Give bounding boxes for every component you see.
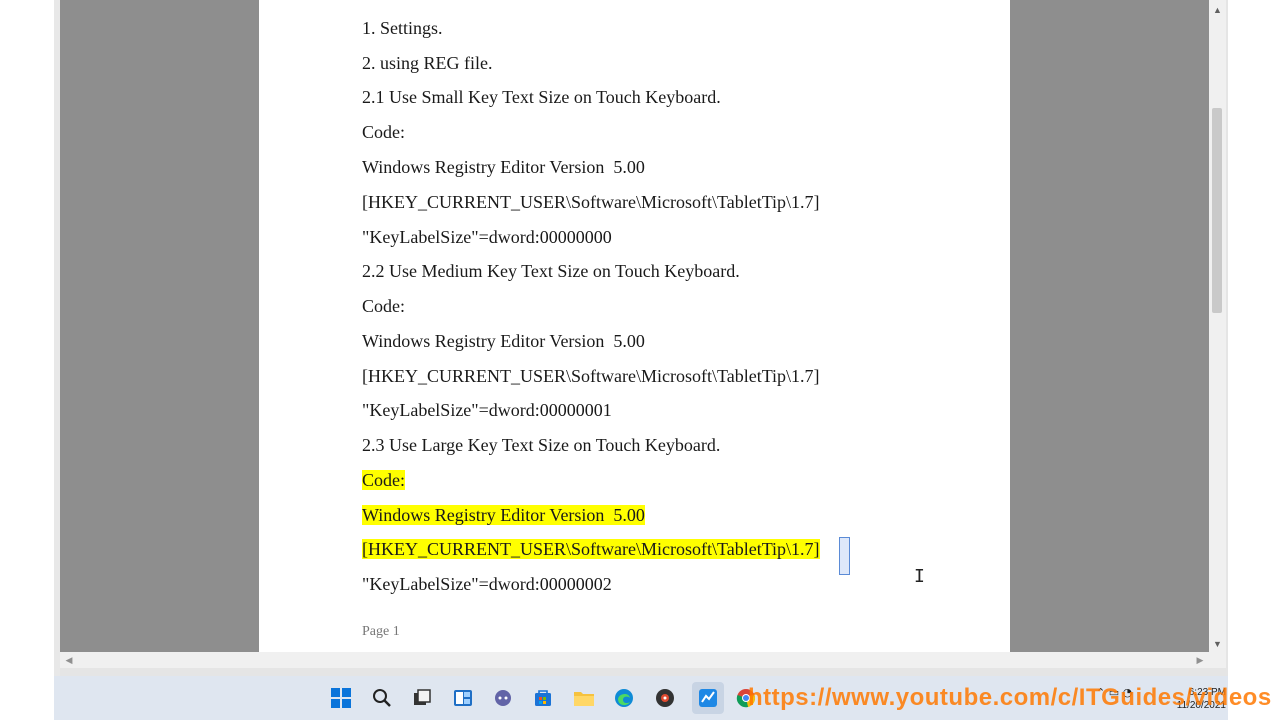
active-app-icon[interactable] bbox=[696, 686, 720, 710]
doc-line-8[interactable]: 2.2 Use Medium Key Text Size on Touch Ke… bbox=[362, 260, 740, 282]
scrollbar-corner bbox=[1209, 652, 1226, 668]
doc-line-10[interactable]: Windows Registry Editor Version 5.00 bbox=[362, 330, 645, 352]
doc-line-16-highlighted[interactable]: [HKEY_CURRENT_USER\Software\Microsoft\Ta… bbox=[362, 538, 820, 560]
doc-line-3[interactable]: 2.1 Use Small Key Text Size on Touch Key… bbox=[362, 86, 721, 108]
scroll-left-arrow-icon[interactable]: ◀ bbox=[62, 652, 76, 668]
doc-line-17[interactable]: "KeyLabelSize"=dword:00000002 bbox=[362, 573, 612, 595]
doc-line-1[interactable]: 1. Settings. bbox=[362, 17, 443, 39]
chat-icon[interactable] bbox=[491, 686, 515, 710]
doc-line-13[interactable]: 2.3 Use Large Key Text Size on Touch Key… bbox=[362, 434, 720, 456]
file-explorer-icon[interactable] bbox=[572, 686, 596, 710]
widgets-icon[interactable] bbox=[451, 686, 475, 710]
edge-icon[interactable] bbox=[612, 686, 636, 710]
doc-line-15-highlighted[interactable]: Windows Registry Editor Version 5.00 bbox=[362, 504, 645, 526]
doc-line-9[interactable]: Code: bbox=[362, 295, 405, 317]
doc-line-6[interactable]: [HKEY_CURRENT_USER\Software\Microsoft\Ta… bbox=[362, 191, 820, 213]
doc-line-11[interactable]: [HKEY_CURRENT_USER\Software\Microsoft\Ta… bbox=[362, 365, 820, 387]
windows-start-icon[interactable] bbox=[329, 686, 353, 710]
outer-margin-right bbox=[1228, 0, 1280, 720]
doc-line-12[interactable]: "KeyLabelSize"=dword:00000001 bbox=[362, 399, 612, 421]
search-icon[interactable] bbox=[370, 686, 394, 710]
outer-margin-left bbox=[0, 0, 54, 720]
vertical-scrollbar[interactable]: ▲ ▼ bbox=[1209, 0, 1226, 652]
ibeam-cursor-icon: I bbox=[914, 566, 925, 587]
horizontal-scrollbar[interactable]: ◀ ▶ bbox=[60, 652, 1209, 668]
store-icon[interactable] bbox=[531, 686, 555, 710]
doc-line-14-highlighted[interactable]: Code: bbox=[362, 469, 405, 491]
vertical-scroll-thumb[interactable] bbox=[1212, 108, 1222, 313]
channel-url-watermark: https://www.youtube.com/c/ITGuides/video… bbox=[748, 684, 1272, 711]
text-caret bbox=[839, 537, 850, 575]
doc-line-5[interactable]: Windows Registry Editor Version 5.00 bbox=[362, 156, 645, 178]
task-view-icon[interactable] bbox=[410, 686, 434, 710]
scroll-right-arrow-icon[interactable]: ▶ bbox=[1193, 652, 1207, 668]
scroll-down-arrow-icon[interactable]: ▼ bbox=[1209, 636, 1226, 652]
doc-line-7[interactable]: "KeyLabelSize"=dword:00000000 bbox=[362, 226, 612, 248]
doc-line-2[interactable]: 2. using REG file. bbox=[362, 52, 493, 74]
doc-line-4[interactable]: Code: bbox=[362, 121, 405, 143]
page-number-footer: Page 1 bbox=[362, 624, 400, 639]
scroll-up-arrow-icon[interactable]: ▲ bbox=[1209, 2, 1226, 18]
media-icon[interactable] bbox=[653, 686, 677, 710]
